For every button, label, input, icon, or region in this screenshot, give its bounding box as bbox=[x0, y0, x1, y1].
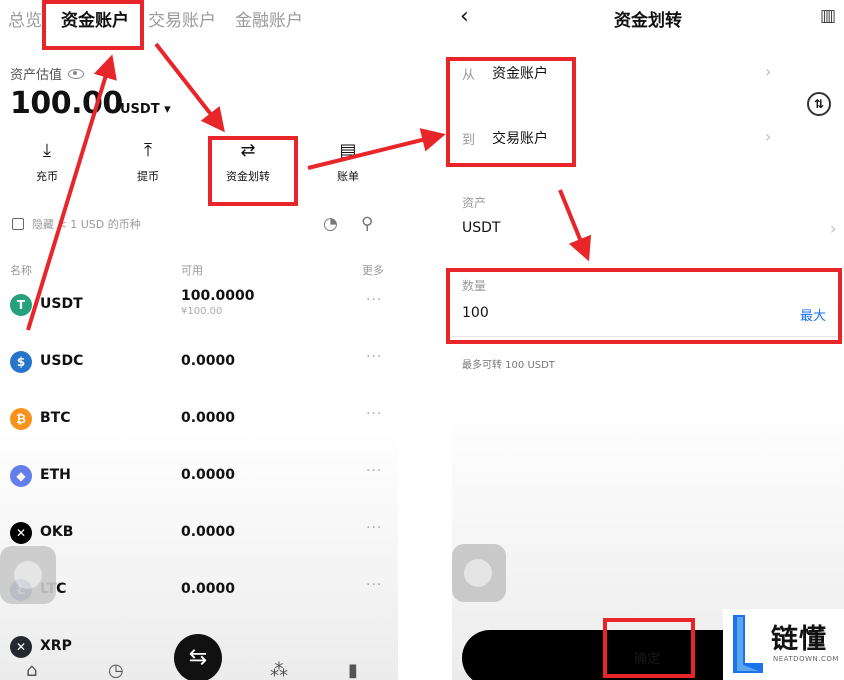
more-icon[interactable]: ··· bbox=[366, 292, 382, 308]
to-label: 到 bbox=[462, 133, 476, 148]
bill-icon: ▤ bbox=[339, 140, 357, 161]
tab-finance-account[interactable]: 金融账户 bbox=[235, 6, 303, 31]
trade-swap-button[interactable]: ⇆ bbox=[174, 634, 222, 680]
watermark: 链懂 NEATDOWN.COM bbox=[723, 609, 844, 680]
tab-overview[interactable]: 总览 bbox=[8, 6, 42, 31]
column-more: 更多 bbox=[362, 264, 384, 277]
coin-row[interactable]: ◆ ETH 0.0000 ··· bbox=[0, 455, 398, 495]
column-name: 名称 bbox=[10, 264, 32, 277]
funding-account-screen: 总览 资金账户 交易账户 金融账户 资产估值 100.00 USDT ▾ ⤓ 充… bbox=[0, 0, 398, 680]
more-icon[interactable]: ··· bbox=[366, 463, 382, 479]
more-icon[interactable]: ··· bbox=[366, 577, 382, 593]
coin-symbol: XRP bbox=[40, 638, 72, 654]
asset-estimate-text: 资产估值 bbox=[10, 68, 63, 83]
back-icon[interactable]: ‹ bbox=[460, 4, 469, 29]
coin-amount: 0.0000 bbox=[181, 467, 236, 483]
more-icon[interactable]: ··· bbox=[366, 520, 382, 536]
transfer-screen: ‹ 资金划转 ▥ 从 资金账户 › 到 交易账户 › ⇅ 资产 USDT › 数… bbox=[452, 0, 844, 680]
btc-icon: ₿ bbox=[10, 408, 32, 430]
refresh-icon[interactable]: ◔ bbox=[323, 214, 338, 234]
deposit-button[interactable]: ⤓ 充币 bbox=[12, 140, 82, 184]
usdc-icon: $ bbox=[10, 351, 32, 373]
eye-icon[interactable] bbox=[68, 68, 85, 79]
deposit-label: 充币 bbox=[36, 170, 58, 183]
tab-trading-account[interactable]: 交易账户 bbox=[148, 6, 216, 31]
max-transferable-hint: 最多可转 100 USDT bbox=[462, 360, 555, 371]
coin-row[interactable]: ✕ OKB 0.0000 ··· bbox=[0, 512, 398, 552]
coin-amount: 100.0000 bbox=[181, 288, 255, 304]
withdraw-label: 提币 bbox=[137, 170, 159, 183]
asset-select[interactable]: USDT bbox=[462, 220, 500, 236]
quantity-label: 数量 bbox=[462, 279, 487, 293]
from-account-select[interactable]: 资金账户 bbox=[492, 63, 548, 83]
market-icon[interactable]: ◷ bbox=[108, 660, 124, 680]
watermark-logo-icon bbox=[733, 615, 763, 673]
transfer-icon: ⇄ bbox=[240, 140, 256, 161]
discover-icon[interactable]: ⁂ bbox=[270, 660, 288, 680]
deposit-icon: ⤓ bbox=[43, 140, 51, 161]
home-icon[interactable]: ⌂ bbox=[26, 660, 37, 680]
withdraw-icon: ⤒ bbox=[144, 140, 152, 161]
usdt-icon: T bbox=[10, 294, 32, 316]
divider bbox=[452, 336, 844, 337]
assistive-touch-button[interactable] bbox=[0, 546, 56, 604]
asset-estimate-label: 资产估值 bbox=[10, 64, 85, 83]
hide-small-label: 隐藏 < 1 USD 的币种 bbox=[32, 218, 141, 231]
chevron-right-icon: › bbox=[765, 62, 772, 81]
transfer-label: 资金划转 bbox=[226, 170, 270, 183]
chevron-right-icon: › bbox=[830, 219, 837, 238]
hide-small-balances[interactable]: 隐藏 < 1 USD 的币种 bbox=[12, 216, 141, 232]
coin-amount: 0.0000 bbox=[181, 353, 236, 369]
coin-symbol: USDT bbox=[40, 296, 83, 312]
coin-row[interactable]: ₿ BTC 0.0000 ··· bbox=[0, 398, 398, 438]
page-title: 资金划转 bbox=[614, 11, 682, 31]
okb-icon: ✕ bbox=[10, 522, 32, 544]
history-icon[interactable]: ▥ bbox=[820, 6, 836, 26]
quantity-input[interactable]: 100 bbox=[462, 305, 489, 321]
coin-amount: 0.0000 bbox=[181, 524, 236, 540]
bill-button[interactable]: ▤ 账单 bbox=[313, 140, 383, 184]
to-account-select[interactable]: 交易账户 bbox=[492, 128, 548, 148]
watermark-text: 链懂 bbox=[771, 624, 827, 655]
coin-symbol: USDC bbox=[40, 353, 84, 369]
more-icon[interactable]: ··· bbox=[366, 406, 382, 422]
swap-direction-icon[interactable]: ⇅ bbox=[807, 92, 831, 116]
search-icon[interactable]: ⚲ bbox=[361, 214, 373, 234]
transfer-button[interactable]: ⇄ 资金划转 bbox=[213, 140, 283, 184]
total-balance: 100.00 bbox=[10, 86, 123, 121]
column-available: 可用 bbox=[181, 264, 203, 277]
coin-symbol: OKB bbox=[40, 524, 74, 540]
wallet-icon[interactable]: ▮ bbox=[348, 660, 358, 680]
asset-label: 资产 bbox=[462, 196, 487, 210]
confirm-label: 确定 bbox=[634, 652, 661, 667]
eth-icon: ◆ bbox=[10, 465, 32, 487]
xrp-icon: ✕ bbox=[10, 636, 32, 658]
max-button[interactable]: 最大 bbox=[800, 305, 826, 324]
coin-row[interactable]: Ł LTC 0.0000 ··· bbox=[0, 569, 398, 609]
coin-amount: 0.0000 bbox=[181, 581, 236, 597]
coin-amount: 0.0000 bbox=[181, 410, 236, 426]
balance-unit-selector[interactable]: USDT ▾ bbox=[120, 102, 171, 117]
coin-symbol: BTC bbox=[40, 410, 71, 426]
tab-funding-account[interactable]: 资金账户 bbox=[61, 6, 129, 31]
more-icon[interactable]: ··· bbox=[366, 349, 382, 365]
coin-row[interactable]: $ USDC 0.0000 ··· bbox=[0, 341, 398, 381]
assistive-touch-button[interactable] bbox=[452, 544, 506, 602]
bill-label: 账单 bbox=[337, 170, 359, 183]
chevron-right-icon: › bbox=[765, 127, 772, 146]
from-label: 从 bbox=[462, 68, 476, 83]
coin-symbol: ETH bbox=[40, 467, 71, 483]
coin-fiat-value: ¥100.00 bbox=[181, 306, 223, 317]
watermark-domain: NEATDOWN.COM bbox=[773, 655, 839, 663]
checkbox-icon[interactable] bbox=[12, 218, 24, 230]
coin-row[interactable]: T USDT 100.0000 ¥100.00 ··· bbox=[0, 284, 398, 324]
withdraw-button[interactable]: ⤒ 提币 bbox=[113, 140, 183, 184]
